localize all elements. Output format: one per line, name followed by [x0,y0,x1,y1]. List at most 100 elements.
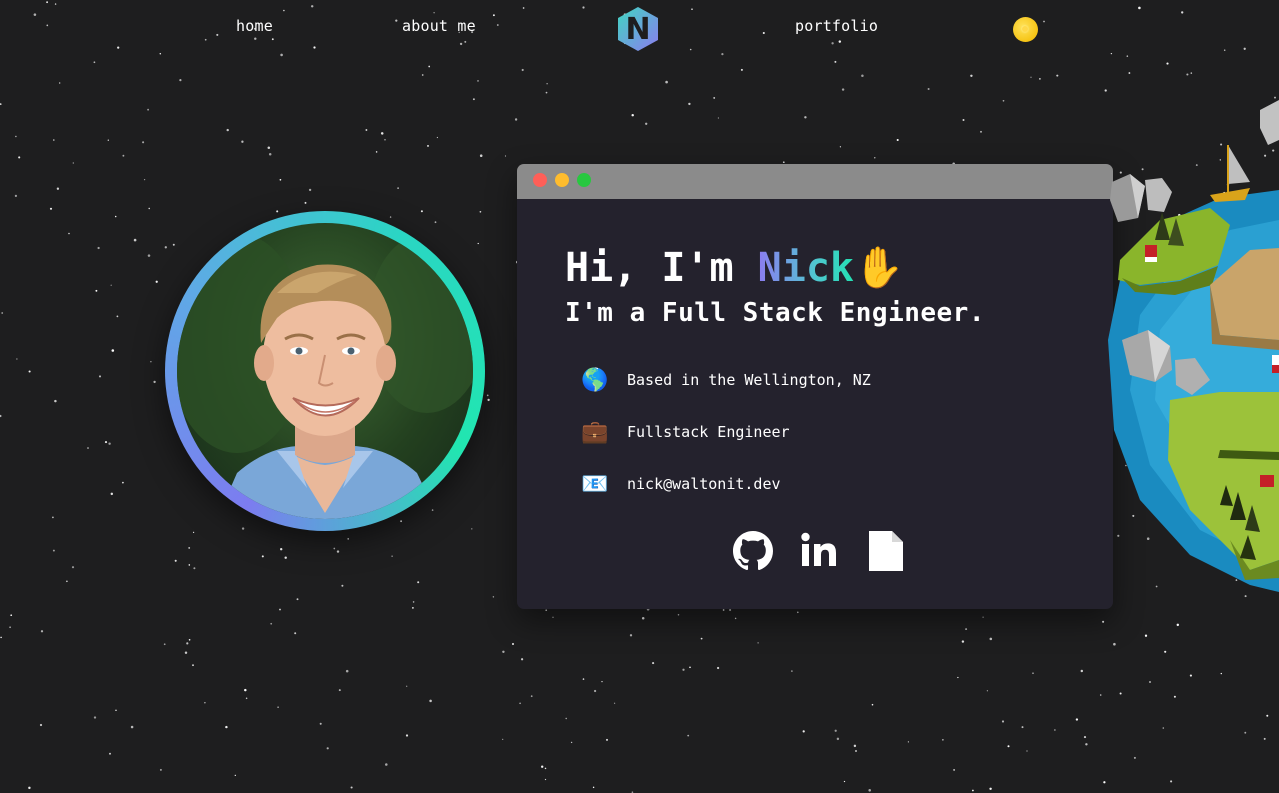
star-dot [652,662,655,665]
star-dot [375,151,378,153]
greeting-name: Nick [757,245,854,291]
star-dot [665,80,668,84]
star-dot [1243,47,1246,50]
star-dot [472,98,475,101]
star-dot [1007,745,1010,748]
star-dot [427,144,429,147]
nav-portfolio-link[interactable]: portfolio [795,17,878,35]
star-dot [280,53,283,57]
star-dot [52,549,55,552]
nav-home-link[interactable]: home [236,17,273,35]
document-icon[interactable] [866,530,906,572]
star-dot [385,763,388,766]
star-dot [114,215,117,218]
star-dot [989,787,992,791]
star-dot [341,584,344,587]
star-dot [1030,76,1032,78]
star-dot [133,238,137,242]
email-text[interactable]: nick@waltonit.dev [627,475,781,493]
star-dot [868,789,871,792]
star-dot [267,146,271,149]
star-dot [310,5,314,8]
star-dot [1126,55,1129,57]
star-dot [98,375,102,378]
sun-icon[interactable] [1013,17,1038,42]
star-dot [721,53,724,56]
star-dot [689,48,692,51]
location-text: Based in the Wellington, NZ [627,371,871,389]
star-dot [972,789,974,792]
star-dot [479,154,483,157]
star-dot [492,596,495,598]
star-dot [46,1,48,4]
star-dot [400,520,402,523]
greeting-heading: Hi, I'm Nick✋ [565,244,904,292]
star-dot [54,3,57,5]
star-dot [1026,750,1028,752]
star-dot [1220,672,1222,675]
star-dot [188,638,191,641]
logo-icon[interactable]: N [614,5,662,53]
star-dot [734,617,737,620]
star-dot [254,37,257,40]
star-dot [365,129,368,131]
star-dot [245,697,248,700]
star-dot [71,566,75,569]
star-dot [838,40,842,43]
star-dot [155,280,158,283]
star-dot [601,680,603,683]
star-dot [10,614,13,617]
star-dot [433,12,435,14]
star-dot [740,68,743,71]
star-dot [986,690,989,692]
star-dot [544,767,547,770]
star-dot [270,622,273,625]
star-dot [428,65,431,68]
nav-about-link[interactable]: about me [402,17,476,35]
star-dot [717,117,720,119]
star-dot [855,750,857,752]
star-dot [831,42,834,45]
email-icon: 📧 [581,471,609,497]
star-dot [0,103,2,105]
star-dot [836,737,840,741]
star-dot [514,118,518,121]
greeting-prefix: Hi, I'm [565,245,758,291]
star-dot [147,108,149,111]
info-job-row: 💼 Fullstack Engineer [581,417,789,447]
star-dot [336,550,340,553]
window-maximize-dot [577,173,591,187]
star-dot [294,632,297,635]
star-dot [1113,642,1116,646]
star-dot [631,113,634,117]
star-dot [68,232,70,235]
star-dot [980,130,982,133]
star-dot [1176,623,1180,627]
star-dot [853,744,857,748]
star-dot [52,516,54,519]
star-dot [279,178,282,181]
star-dot [49,207,53,210]
star-dot [268,153,272,156]
star-dot [345,669,349,673]
star-dot [1099,694,1102,696]
star-dot [271,38,274,41]
star-dot [961,640,965,643]
star-dot [72,162,74,164]
star-dot [1189,674,1192,677]
star-dot [519,702,521,705]
star-dot [682,668,685,671]
avatar-portrait-illustration [177,233,473,519]
star-dot [186,642,189,645]
star-dot [1001,720,1005,723]
github-icon[interactable] [733,530,773,572]
wave-hand-icon: ✋ [853,245,904,291]
linkedin-icon[interactable] [799,530,839,572]
star-dot [791,670,793,672]
star-dot [283,9,285,12]
star-dot [107,139,109,141]
star-dot [641,617,645,620]
star-dot [159,768,162,771]
star-dot [606,738,608,741]
star-dot [436,136,439,139]
